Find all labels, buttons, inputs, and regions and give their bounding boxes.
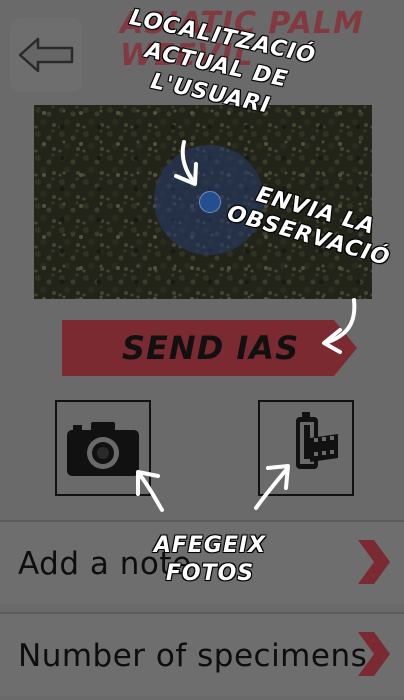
take-photo-button[interactable] — [55, 400, 151, 496]
chevron-right-icon — [358, 632, 390, 676]
film-roll-icon — [296, 412, 338, 469]
user-location-dot — [199, 191, 221, 213]
annotation-add-photos: AFEGEIX FOTOS — [153, 533, 267, 586]
number-of-specimens-label: Number of specimens — [18, 638, 368, 674]
back-button[interactable] — [10, 18, 82, 92]
camera-icon — [67, 422, 139, 476]
chevron-right-icon — [358, 540, 390, 584]
app-screen: ASIATIC PALM WEEVIL SEND IAS Add a note … — [0, 0, 404, 700]
choose-photo-button[interactable] — [258, 400, 354, 496]
send-button-label: SEND IAS — [122, 329, 300, 367]
back-arrow-icon — [18, 37, 74, 73]
send-ias-button[interactable]: SEND IAS — [62, 320, 357, 376]
number-of-specimens-row[interactable]: Number of specimens — [0, 612, 404, 696]
